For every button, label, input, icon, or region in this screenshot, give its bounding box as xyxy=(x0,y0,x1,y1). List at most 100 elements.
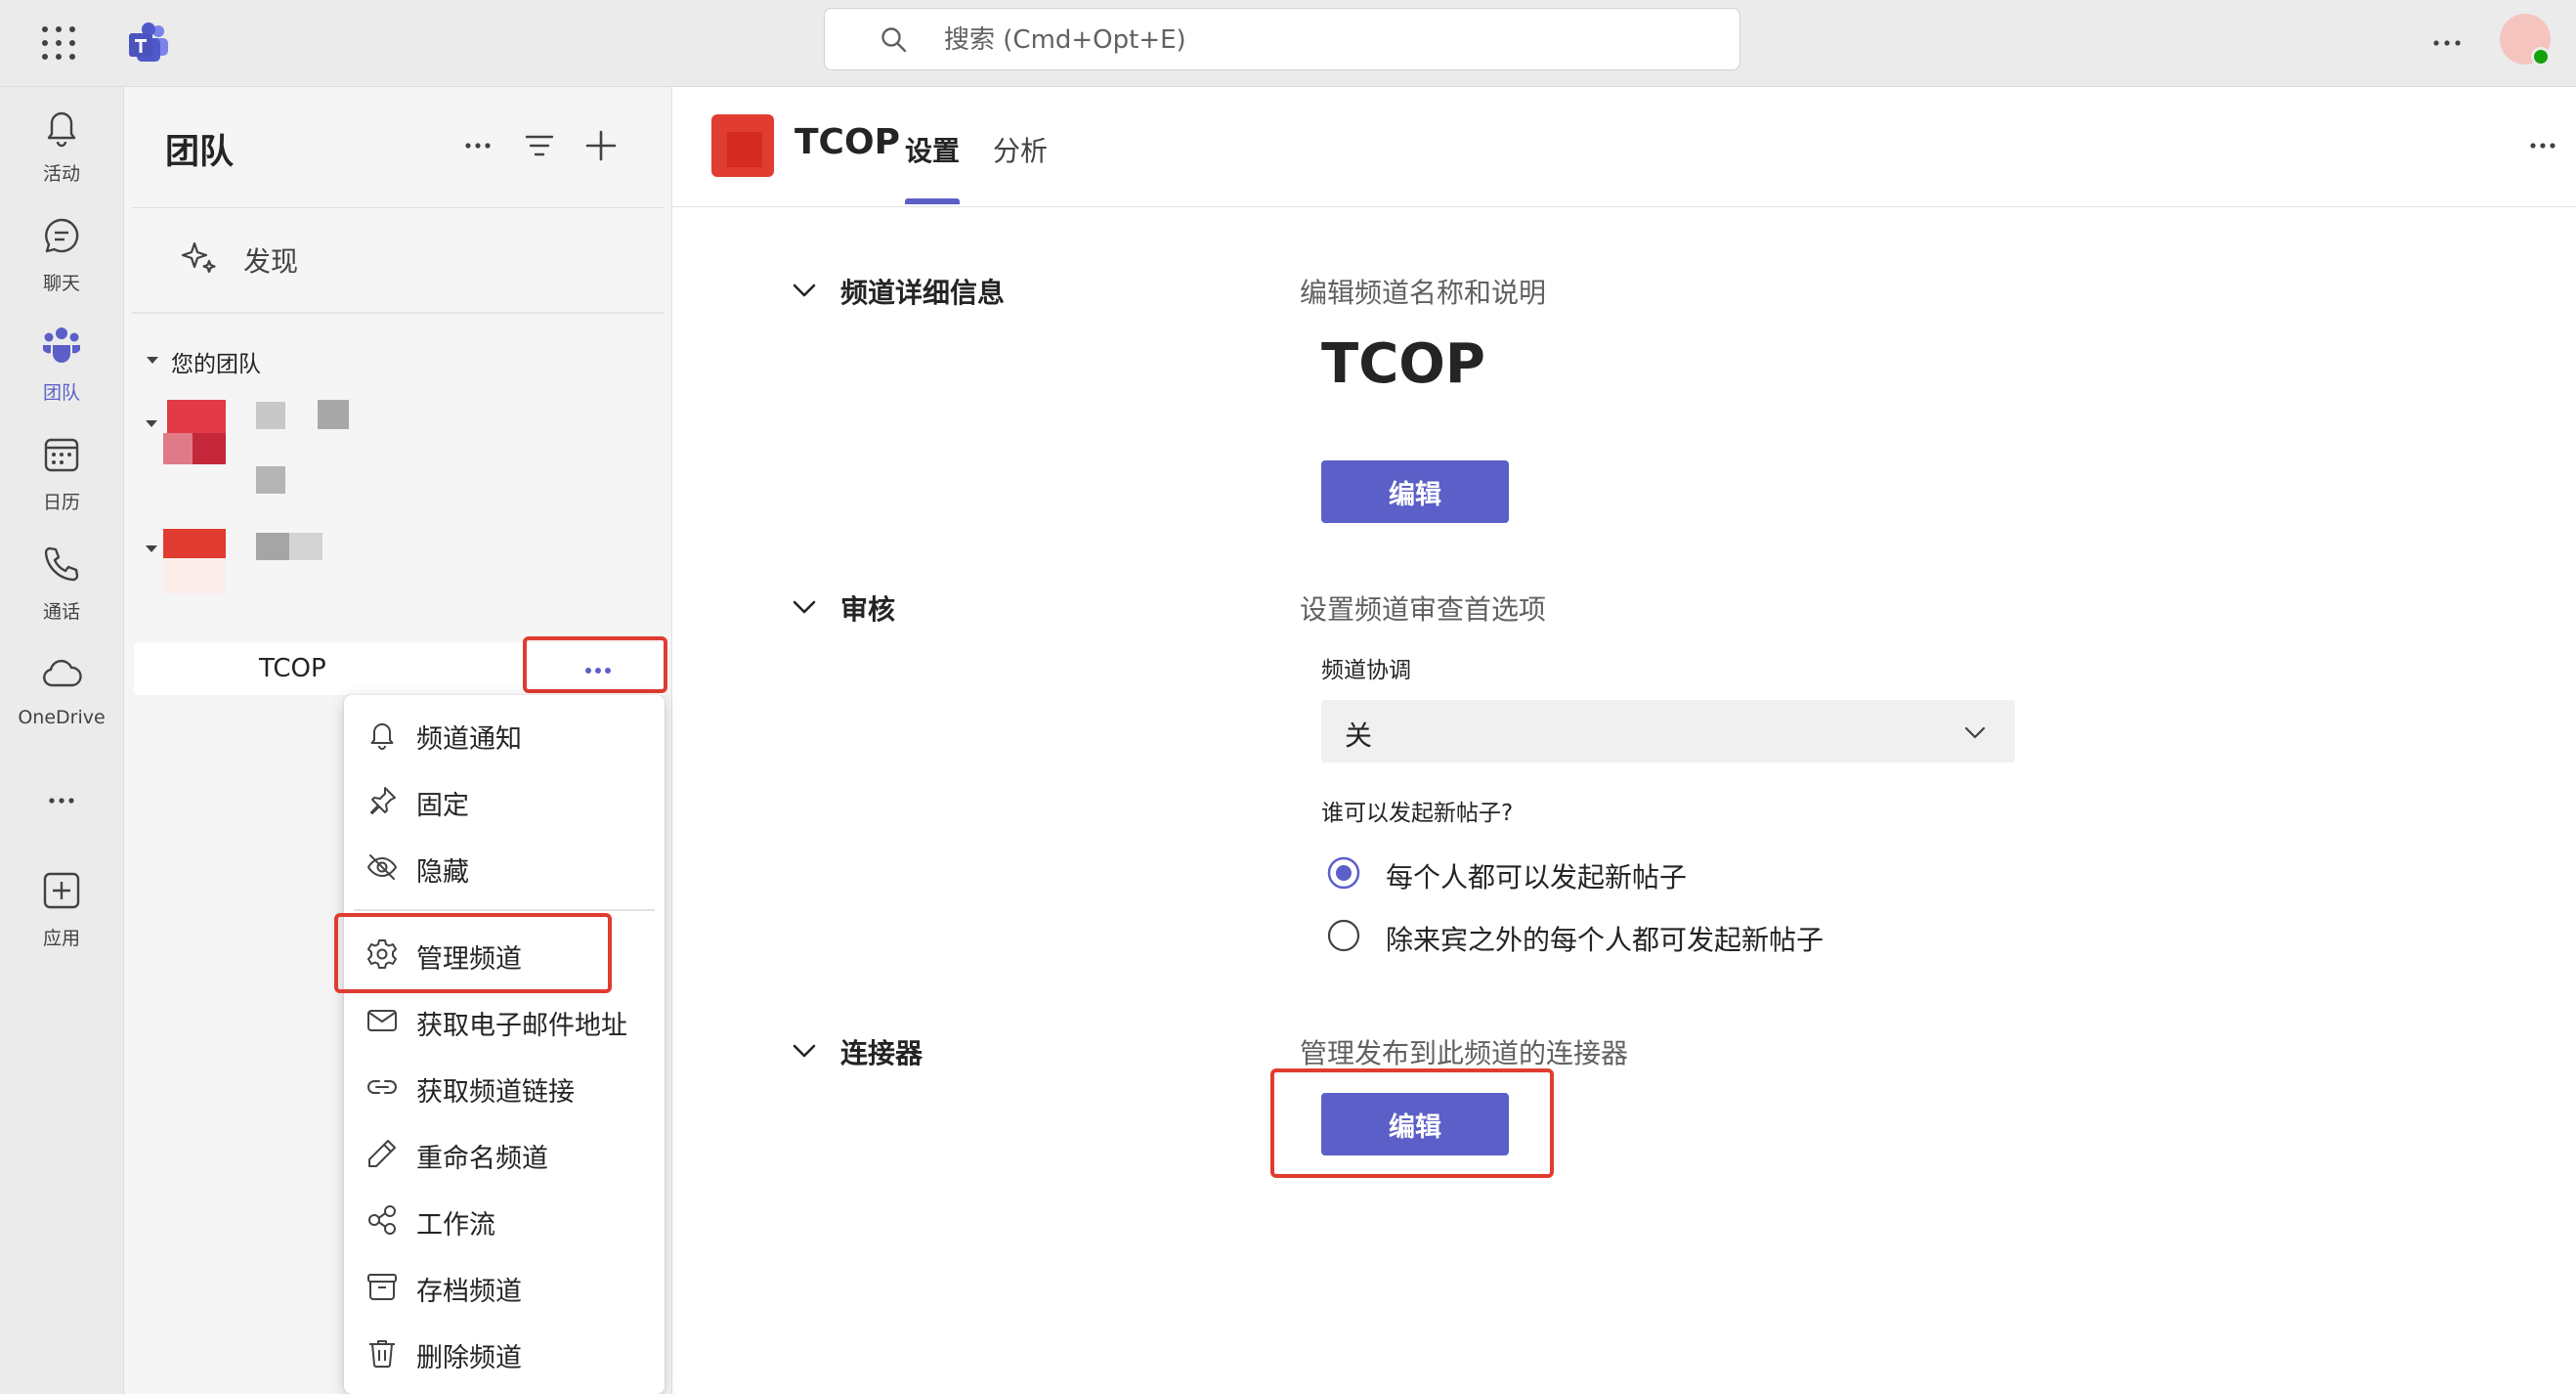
section-title: 审核 xyxy=(840,593,896,626)
section-description: 管理发布到此频道的连接器 xyxy=(1300,1037,1629,1069)
chevron-down-icon xyxy=(1960,718,1990,747)
chat-icon xyxy=(40,214,83,257)
moderation-field-label: 频道协调 xyxy=(1321,658,1411,683)
rail-label: 应用 xyxy=(42,928,80,949)
discover-item[interactable]: 发现 xyxy=(179,232,570,283)
menu-label: 删除频道 xyxy=(416,1343,522,1373)
redacted-text xyxy=(289,533,322,560)
channel-name: TCOP xyxy=(259,654,326,683)
presence-available-icon xyxy=(2531,47,2551,66)
radio-unselected-icon xyxy=(1327,919,1360,952)
chevron-down-icon xyxy=(790,276,819,305)
more-options-icon[interactable] xyxy=(2426,22,2469,65)
calendar-icon xyxy=(40,433,83,476)
menu-item-get-email[interactable]: 获取电子邮件地址 xyxy=(344,988,665,1051)
channel-header: TCOP 设置 分析 xyxy=(672,87,2576,207)
rail-item-onedrive[interactable]: OneDrive xyxy=(0,652,123,758)
menu-label: 工作流 xyxy=(416,1210,495,1241)
redacted-text xyxy=(256,466,285,494)
chevron-down-icon xyxy=(790,592,819,622)
eye-off-icon xyxy=(365,850,399,884)
section-description: 设置频道审查首选项 xyxy=(1300,593,1547,626)
more-options-icon[interactable] xyxy=(2521,124,2564,167)
rail-item-calls[interactable]: 通话 xyxy=(0,543,123,648)
search-input[interactable] xyxy=(942,9,1708,71)
rail-label: OneDrive xyxy=(18,707,106,728)
menu-item-hide[interactable]: 隐藏 xyxy=(344,835,665,897)
radio-selected-icon xyxy=(1327,856,1360,890)
rail-item-teams[interactable]: 团队 xyxy=(0,324,123,429)
select-value: 关 xyxy=(1345,719,1373,752)
section-description: 编辑频道名称和说明 xyxy=(1300,277,1547,309)
add-icon[interactable] xyxy=(580,124,623,167)
redacted-text xyxy=(318,400,349,429)
discover-label: 发现 xyxy=(243,245,299,278)
link-icon xyxy=(365,1070,399,1104)
tab-analytics[interactable]: 分析 xyxy=(993,130,1048,169)
app-rail: 活动 聊天 团队 日历 通话 OneDrive 应用 xyxy=(0,87,124,1394)
menu-label: 固定 xyxy=(416,791,469,821)
teams-logo-icon xyxy=(125,20,172,66)
redacted-text xyxy=(256,533,289,560)
tab-settings[interactable]: 设置 xyxy=(905,130,960,169)
filter-icon[interactable] xyxy=(518,124,561,167)
more-options-icon xyxy=(40,779,83,822)
more-options-icon[interactable] xyxy=(456,124,499,167)
divider xyxy=(132,207,664,208)
pin-icon xyxy=(365,784,399,817)
menu-item-delete[interactable]: 删除频道 xyxy=(344,1321,665,1383)
rail-label: 通话 xyxy=(42,601,80,623)
archive-icon xyxy=(365,1270,399,1303)
workflow-icon xyxy=(365,1203,399,1237)
active-tab-indicator xyxy=(905,198,960,204)
channel-name-display: TCOP xyxy=(1321,332,1485,396)
menu-item-rename[interactable]: 重命名频道 xyxy=(344,1121,665,1184)
caret-down-icon[interactable] xyxy=(144,415,159,431)
highlight-box xyxy=(523,636,667,693)
menu-label: 频道通知 xyxy=(416,724,522,755)
menu-item-pin[interactable]: 固定 xyxy=(344,768,665,831)
menu-label: 隐藏 xyxy=(416,857,469,888)
chevron-down-icon xyxy=(790,1036,819,1066)
add-app-icon xyxy=(40,869,83,912)
radio-label: 每个人都可以发起新帖子 xyxy=(1386,861,1688,893)
pencil-icon xyxy=(365,1137,399,1170)
highlight-box xyxy=(1270,1068,1554,1178)
rail-item-activity[interactable]: 活动 xyxy=(0,105,123,210)
app-launcher-icon[interactable] xyxy=(37,22,80,65)
menu-label: 重命名频道 xyxy=(416,1144,548,1174)
trash-icon xyxy=(365,1336,399,1370)
edit-details-button[interactable]: 编辑 xyxy=(1321,460,1509,523)
cloud-icon xyxy=(40,652,83,695)
moderation-select[interactable]: 关 xyxy=(1321,700,2015,762)
redacted-text xyxy=(256,402,285,429)
search-icon xyxy=(880,25,909,55)
rail-item-calendar[interactable]: 日历 xyxy=(0,433,123,539)
team-avatar-redacted[interactable] xyxy=(163,400,226,464)
rail-more-apps[interactable] xyxy=(0,779,123,828)
channel-avatar xyxy=(711,114,774,177)
menu-divider xyxy=(354,909,655,911)
search-box[interactable] xyxy=(824,8,1740,71)
radio-label: 除来宾之外的每个人都可发起新帖子 xyxy=(1386,924,1825,956)
rail-label: 活动 xyxy=(42,163,80,185)
phone-icon xyxy=(40,543,83,586)
section-title: 频道详细信息 xyxy=(840,277,1006,309)
menu-item-channel-notifications[interactable]: 频道通知 xyxy=(344,702,665,764)
rail-label: 日历 xyxy=(42,492,80,513)
menu-item-get-link[interactable]: 获取频道链接 xyxy=(344,1055,665,1117)
menu-item-workflows[interactable]: 工作流 xyxy=(344,1188,665,1250)
menu-label: 获取电子邮件地址 xyxy=(416,1011,627,1041)
rail-label: 团队 xyxy=(42,382,80,404)
redacted-text xyxy=(256,593,289,619)
post-permission-label: 谁可以发起新帖子? xyxy=(1321,801,1514,826)
team-avatar-redacted[interactable] xyxy=(163,529,226,593)
section-title: 连接器 xyxy=(840,1037,923,1069)
rail-item-chat[interactable]: 聊天 xyxy=(0,214,123,320)
caret-down-icon xyxy=(144,351,161,369)
rail-item-apps[interactable]: 应用 xyxy=(0,869,123,975)
menu-item-archive[interactable]: 存档频道 xyxy=(344,1254,665,1317)
bell-icon xyxy=(40,105,83,148)
caret-down-icon[interactable] xyxy=(144,541,159,556)
mail-icon xyxy=(365,1004,399,1037)
